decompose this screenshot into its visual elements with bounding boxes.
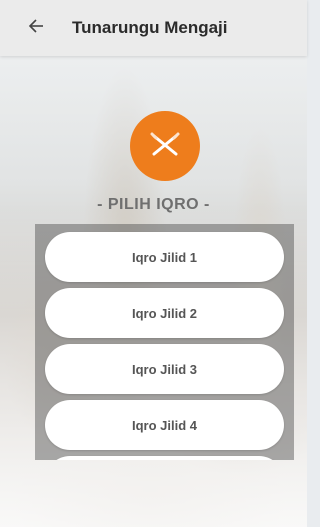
- app-logo: [130, 111, 200, 181]
- list-item-iqro-5[interactable]: [45, 456, 284, 460]
- list-item-iqro-4[interactable]: Iqro Jilid 4: [45, 400, 284, 450]
- iqro-list[interactable]: Iqro Jilid 1 Iqro Jilid 2 Iqro Jilid 3 I…: [35, 224, 294, 460]
- app-bar: Tunarungu Mengaji: [0, 0, 307, 56]
- list-item-iqro-1[interactable]: Iqro Jilid 1: [45, 232, 284, 282]
- page-heading: - PILIH IQRO -: [97, 196, 210, 213]
- back-button[interactable]: [24, 16, 48, 40]
- app-title: Tunarungu Mengaji: [72, 18, 228, 37]
- crossed-pens-icon: [148, 127, 182, 166]
- list-item-iqro-3[interactable]: Iqro Jilid 3: [45, 344, 284, 394]
- arrow-left-icon: [28, 18, 44, 39]
- list-item-iqro-2[interactable]: Iqro Jilid 2: [45, 288, 284, 338]
